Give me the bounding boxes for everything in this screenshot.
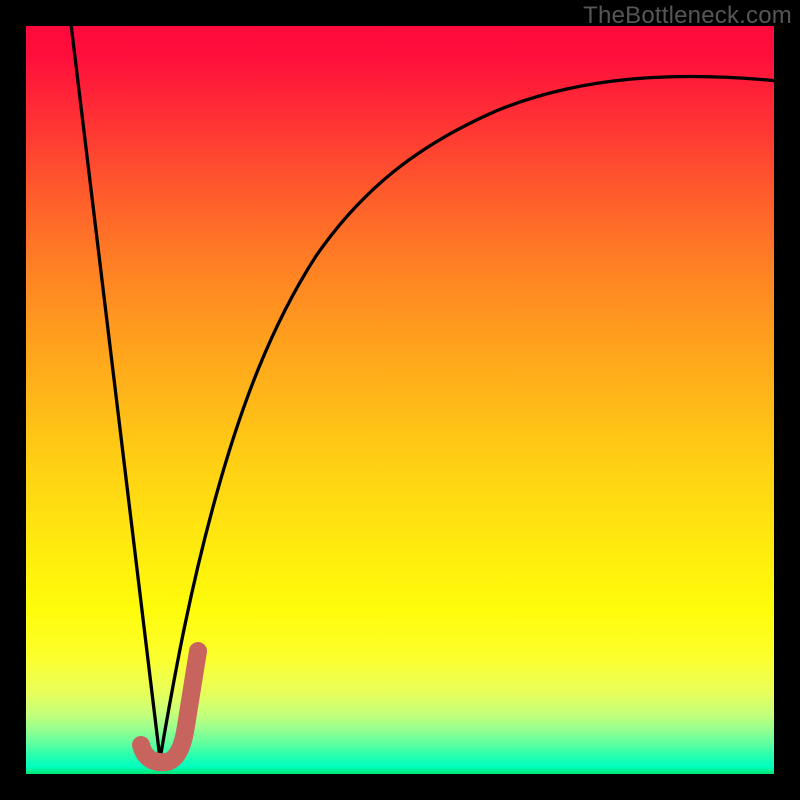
- plot-area: [26, 26, 774, 774]
- watermark-text: TheBottleneck.com: [583, 2, 792, 30]
- left-line: [71, 26, 160, 759]
- right-curve: [160, 76, 774, 759]
- chart-svg: [26, 26, 774, 774]
- chart-frame: TheBottleneck.com: [0, 0, 800, 800]
